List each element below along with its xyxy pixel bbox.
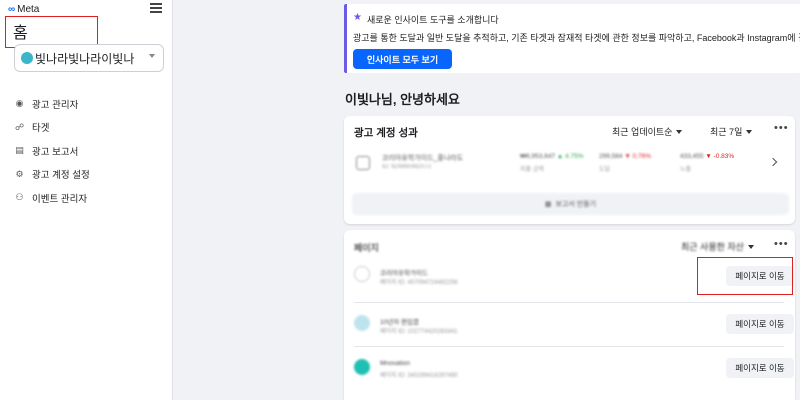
create-report-label: 보고서 만들기 bbox=[555, 201, 597, 208]
chevron-down-icon bbox=[676, 129, 683, 134]
metric-label: 노출 bbox=[680, 167, 692, 173]
metric-value: ₩6,953,647 bbox=[520, 153, 556, 160]
card-title: 광고 계정 성과 bbox=[354, 127, 418, 139]
account-avatar bbox=[21, 52, 33, 64]
sort-label: 최근 업데이트순 bbox=[612, 127, 673, 137]
sort-label: 최근 사용한 자산 bbox=[681, 242, 744, 252]
page-avatar bbox=[354, 266, 370, 282]
more-options-icon[interactable]: ••• bbox=[774, 238, 789, 250]
more-options-icon[interactable]: ••• bbox=[774, 122, 789, 134]
audience-icon: ☍ bbox=[14, 121, 25, 132]
page-name: 코리아유학가이드 bbox=[380, 270, 428, 277]
star-icon: ★ bbox=[353, 12, 362, 23]
events-icon: ⚇ bbox=[15, 192, 24, 203]
sidebar-item-audience[interactable]: ☍ 타겟 bbox=[14, 116, 90, 140]
date-range-dropdown[interactable]: 최근 7일 bbox=[710, 125, 753, 138]
go-to-page-button[interactable]: 페이지로 이동 bbox=[726, 358, 794, 378]
chevron-down-icon bbox=[746, 129, 753, 134]
sidebar-item-label: 광고 관리자 bbox=[32, 99, 79, 111]
meta-brand-text: Meta bbox=[17, 4, 40, 15]
sidebar-nav: ◉ 광고 관리자 ☍ 타겟 ▤ 광고 보고서 ⚙ 광고 계정 설정 ⚇ 이벤트 … bbox=[14, 92, 90, 210]
pages-card: 페이지 최근 사용한 자산 ••• 코리아유학가이드 페이지 ID: 45709… bbox=[344, 230, 795, 400]
report-icon: ▤ bbox=[15, 145, 24, 156]
ad-account-name: 코리아유학가이드_홍나라도 bbox=[382, 155, 464, 162]
page-name: 10년차 편입클 bbox=[380, 319, 419, 326]
sidebar-item-ads-reporting[interactable]: ▤ 광고 보고서 bbox=[14, 139, 90, 163]
ad-account-id: ID: 624890482072 bbox=[382, 164, 432, 170]
metric-label: 지출 금액 bbox=[520, 167, 544, 173]
page-name: Mnovation bbox=[380, 360, 410, 367]
account-selector[interactable]: 빛나라빛나라이빛나 bbox=[14, 44, 164, 72]
sidebar-item-label: 이벤트 관리자 bbox=[32, 193, 88, 205]
pages-sort-dropdown[interactable]: 최근 사용한 자산 bbox=[681, 240, 754, 253]
go-to-page-button[interactable]: 페이지로 이동 bbox=[726, 314, 794, 334]
metric-value: 433,455 bbox=[680, 153, 704, 160]
page-id: 페이지 ID: 457094724492256 bbox=[380, 280, 458, 286]
metric-change: ▼ -0.83% bbox=[705, 153, 735, 160]
sidebar-item-label: 광고 계정 설정 bbox=[32, 170, 90, 182]
card-title: 페이지 bbox=[354, 243, 379, 253]
page-id: 페이지 ID: 340299418297490 bbox=[380, 373, 458, 379]
banner-title: 새로운 인사이트 도구를 소개합니다 bbox=[367, 15, 499, 25]
report-icon: ▦ bbox=[544, 201, 552, 208]
account-name: 빛나라빛나라이빛나 bbox=[35, 51, 135, 66]
chevron-down-icon bbox=[149, 54, 155, 58]
metric-reach: 299,584 ▼ 0.76% bbox=[599, 153, 651, 160]
metric-spend: ₩6,953,647 ▲ 4.75% bbox=[520, 153, 584, 160]
meta-logo[interactable]: ∞ Meta bbox=[8, 4, 39, 15]
metric-impressions: 433,455 ▼ -0.83% bbox=[680, 153, 734, 160]
page-avatar bbox=[354, 315, 370, 331]
metric-change: ▲ 4.75% bbox=[556, 153, 584, 160]
sidebar-item-label: 타겟 bbox=[32, 123, 50, 135]
insights-banner: ★ 새로운 인사이트 도구를 소개합니다 광고를 통한 도달과 일반 도달을 추… bbox=[344, 4, 800, 73]
sidebar-item-account-settings[interactable]: ⚙ 광고 계정 설정 bbox=[14, 163, 90, 187]
settings-icon: ⚙ bbox=[15, 168, 24, 179]
page-avatar bbox=[354, 359, 370, 375]
ad-account-icon bbox=[356, 156, 370, 170]
create-report-button[interactable]: ▦ 보고서 만들기 bbox=[352, 193, 789, 215]
metric-label: 도달 bbox=[599, 167, 611, 173]
banner-text: 광고를 통한 도달과 일반 도달을 추적하고, 기존 타겟과 잠재적 타겟에 관… bbox=[353, 33, 800, 43]
sort-dropdown[interactable]: 최근 업데이트순 bbox=[612, 125, 683, 138]
metric-value: 299,584 bbox=[599, 153, 623, 160]
ad-account-performance-card: 광고 계정 성과 최근 업데이트순 최근 7일 ••• 코리아유학가이드_홍나라… bbox=[344, 116, 795, 224]
sidebar-item-label: 광고 보고서 bbox=[32, 146, 79, 158]
view-all-insights-button[interactable]: 인사이트 모두 보기 bbox=[353, 49, 452, 69]
list-item: Mnovation 페이지 ID: 340299418297490 페이지로 이… bbox=[354, 346, 794, 386]
greeting: 이빛나님, 안녕하세요 bbox=[345, 92, 460, 107]
ads-manager-icon: ◉ bbox=[15, 98, 24, 109]
go-to-page-highlight-box bbox=[697, 257, 793, 295]
date-range-label: 최근 7일 bbox=[710, 127, 743, 137]
chevron-down-icon bbox=[747, 244, 754, 249]
meta-infinity-icon: ∞ bbox=[8, 4, 16, 15]
sidebar-item-events-manager[interactable]: ⚇ 이벤트 관리자 bbox=[14, 186, 90, 210]
page-id: 페이지 ID: 102774420283441 bbox=[380, 329, 458, 335]
metric-change: ▼ 0.76% bbox=[624, 153, 651, 160]
menu-icon[interactable] bbox=[150, 2, 162, 14]
sidebar-item-ads-manager[interactable]: ◉ 광고 관리자 bbox=[14, 92, 90, 116]
list-item: 10년차 편입클 페이지 ID: 102774420283441 페이지로 이동 bbox=[354, 302, 794, 342]
sidebar: ∞ Meta 홈 빛나라빛나라이빛나 ◉ 광고 관리자 ☍ 타겟 ▤ 광고 보고… bbox=[0, 0, 173, 400]
ad-account-row[interactable]: 코리아유학가이드_홍나라도 ID: 624890482072 ₩6,953,64… bbox=[356, 150, 786, 182]
